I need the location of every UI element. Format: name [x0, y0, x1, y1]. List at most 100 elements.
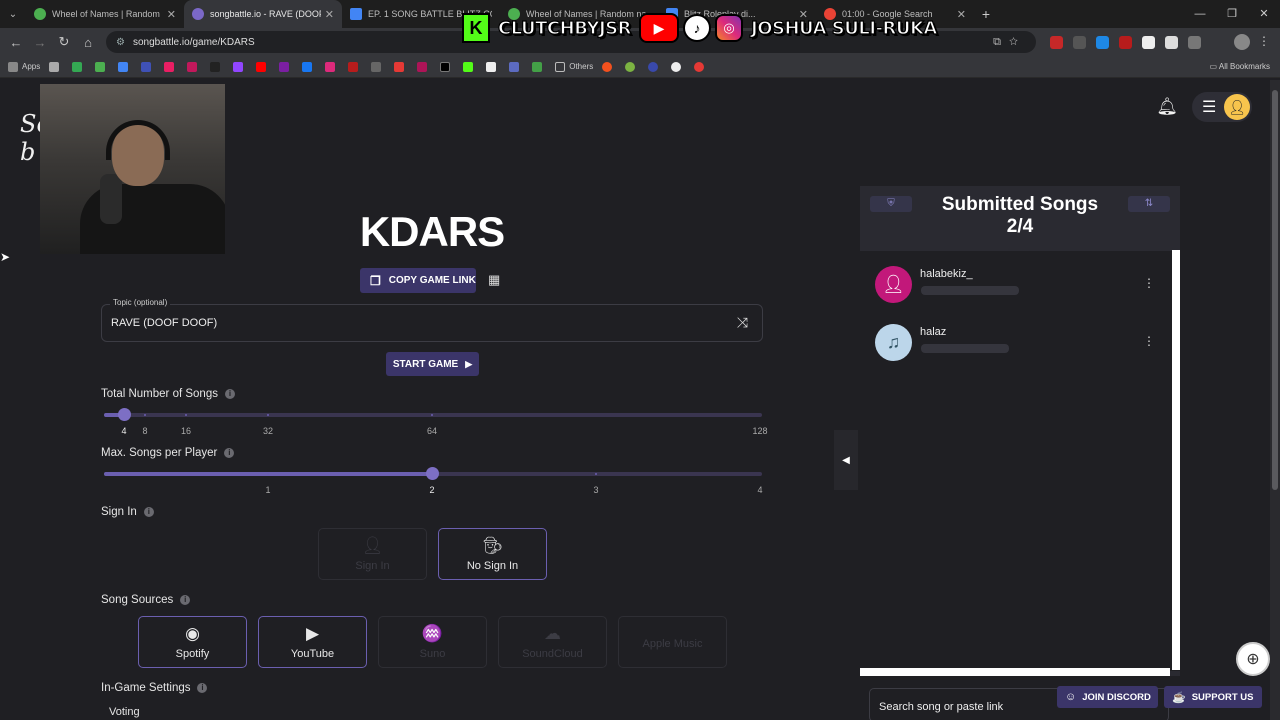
bookmark-item[interactable] [348, 61, 362, 72]
minimize-icon[interactable]: — [1184, 0, 1216, 28]
list-item[interactable]: 👤︎ halabekiz_ ⋮ [875, 266, 1165, 306]
user-menu-button[interactable]: ☰ 👤︎ [1192, 92, 1252, 122]
page-scrollbar[interactable] [1270, 80, 1280, 720]
bookmark-folder-others[interactable]: Others [555, 61, 593, 72]
youtube-bookmark-icon [256, 61, 267, 72]
collapse-panel-button[interactable]: ◀ [834, 430, 858, 490]
source-suno[interactable]: ♒ Suno [378, 616, 487, 668]
list-item[interactable]: ♫ halaz ⋮ [875, 324, 1165, 364]
bookmark-item[interactable] [532, 61, 546, 72]
bookmark-item[interactable] [279, 61, 293, 72]
slider-tick [185, 414, 187, 416]
bookmark-item[interactable] [509, 61, 523, 72]
bookmark-icon [394, 61, 405, 72]
source-apple-music[interactable]: Apple Music [618, 616, 727, 668]
extensions-puzzle-icon[interactable] [1188, 35, 1201, 49]
x-bookmark-icon [440, 61, 451, 72]
bookmark-item[interactable] [302, 61, 316, 72]
extension-icon[interactable] [1050, 35, 1063, 49]
bookmark-item[interactable] [187, 61, 201, 72]
bookmark-item[interactable] [671, 61, 685, 72]
game-code-title: KDARS [359, 208, 505, 255]
back-icon[interactable]: ← [4, 35, 28, 50]
bookmark-item[interactable] [486, 61, 500, 72]
sign-in-option[interactable]: 👤︎ Sign In [318, 528, 427, 580]
extension-icon[interactable] [1073, 35, 1086, 49]
bookmark-item[interactable] [118, 61, 132, 72]
join-discord-button[interactable]: ☺ JOIN DISCORD [1057, 686, 1158, 708]
panel-horizontal-scrollbar[interactable] [860, 668, 1170, 676]
bookmark-item[interactable] [371, 61, 385, 72]
bookmark-item[interactable] [233, 61, 247, 72]
max-songs-slider[interactable] [104, 467, 762, 480]
home-icon[interactable]: ⌂ [76, 35, 100, 50]
total-songs-slider[interactable] [104, 408, 762, 421]
bookmark-item[interactable] [141, 61, 155, 72]
zoom-search-icon[interactable]: ⊕ [1236, 642, 1270, 676]
bookmark-star-icon[interactable]: ⧉☆ [993, 36, 1026, 49]
bookmark-item[interactable] [417, 61, 431, 72]
close-tab-icon[interactable]: ✕ [325, 8, 334, 21]
info-icon[interactable]: i [224, 389, 235, 399]
more-options-icon[interactable]: ⋮ [1143, 334, 1155, 348]
notifications-bell-icon[interactable]: 🔔︎ [1156, 97, 1178, 117]
bookmark-item[interactable] [648, 61, 662, 72]
bookmark-item[interactable] [164, 61, 178, 72]
player-view-icon[interactable]: ⛨ [870, 196, 912, 212]
source-spotify[interactable]: ◉ Spotify [138, 616, 247, 668]
topic-value[interactable]: RAVE (DOOF DOOF) [111, 317, 217, 329]
bookmark-item[interactable] [256, 61, 270, 72]
start-game-button[interactable]: START GAME ▶ [386, 352, 479, 376]
bookmark-item[interactable] [440, 61, 454, 72]
info-icon[interactable]: i [224, 448, 235, 458]
bookmark-icon [532, 61, 543, 72]
browser-menu-icon[interactable]: ⋮ [1258, 34, 1270, 48]
close-tab-icon[interactable]: ✕ [167, 8, 176, 21]
new-tab-button[interactable]: + [974, 6, 998, 22]
slider-handle[interactable] [118, 408, 131, 421]
profile-avatar[interactable] [1234, 34, 1250, 50]
submitted-songs-count: 2/4 [1006, 216, 1034, 237]
extension-icon[interactable] [1142, 35, 1155, 49]
tab-search-icon[interactable]: ⌄ [0, 0, 26, 28]
forward-icon[interactable]: → [28, 35, 52, 50]
scrollbar-thumb[interactable] [1272, 90, 1278, 490]
copy-game-link-button[interactable]: ❐ COPY GAME LINK [360, 268, 476, 293]
bookmark-item[interactable] [694, 61, 708, 72]
info-icon[interactable]: i [143, 507, 154, 517]
extension-icon[interactable] [1165, 35, 1178, 49]
bookmark-item[interactable] [49, 61, 63, 72]
browser-tab-active[interactable]: songbattle.io - RAVE (DOOF DC ✕ [184, 0, 342, 28]
bookmark-item[interactable] [95, 61, 109, 72]
bookmark-item[interactable] [625, 61, 639, 72]
bookmark-item[interactable] [463, 61, 477, 72]
qr-code-icon[interactable]: ▦ [488, 273, 502, 287]
extension-icon[interactable] [1119, 35, 1132, 49]
browser-tab[interactable]: Wheel of Names | Random name ✕ [26, 0, 184, 28]
bookmark-item[interactable] [72, 61, 86, 72]
shuffle-topic-icon[interactable]: ⤨ [737, 314, 748, 331]
bookmark-apps[interactable]: Apps [8, 61, 40, 72]
extension-icon[interactable] [1096, 35, 1109, 49]
panel-vertical-scrollbar[interactable] [1172, 250, 1180, 670]
bookmark-item[interactable] [210, 61, 224, 72]
info-icon[interactable]: i [180, 595, 191, 605]
bookmark-item[interactable] [325, 61, 339, 72]
no-sign-in-option[interactable]: 🕵︎ No Sign In [438, 528, 547, 580]
close-window-icon[interactable]: ✕ [1248, 0, 1280, 28]
close-tab-icon[interactable]: ✕ [957, 8, 966, 21]
slider-handle[interactable] [426, 467, 439, 480]
bookmark-item[interactable] [394, 61, 408, 72]
reload-icon[interactable]: ↻ [52, 34, 76, 50]
restore-icon[interactable]: ❐ [1216, 0, 1248, 28]
source-soundcloud[interactable]: ☁ SoundCloud [498, 616, 607, 668]
source-youtube[interactable]: ▶ YouTube [258, 616, 367, 668]
topic-field[interactable]: Topic (optional) RAVE (DOOF DOOF) ⤨ [101, 298, 763, 342]
sort-icon[interactable]: ⇅ [1128, 196, 1170, 212]
bookmark-item[interactable] [602, 61, 616, 72]
info-icon[interactable]: i [197, 683, 208, 693]
all-bookmarks[interactable]: ▭ All Bookmarks [1210, 62, 1270, 71]
support-us-button[interactable]: ☕ SUPPORT US [1164, 686, 1262, 708]
more-options-icon[interactable]: ⋮ [1143, 276, 1155, 290]
site-info-icon[interactable]: ⚙ [116, 37, 125, 48]
